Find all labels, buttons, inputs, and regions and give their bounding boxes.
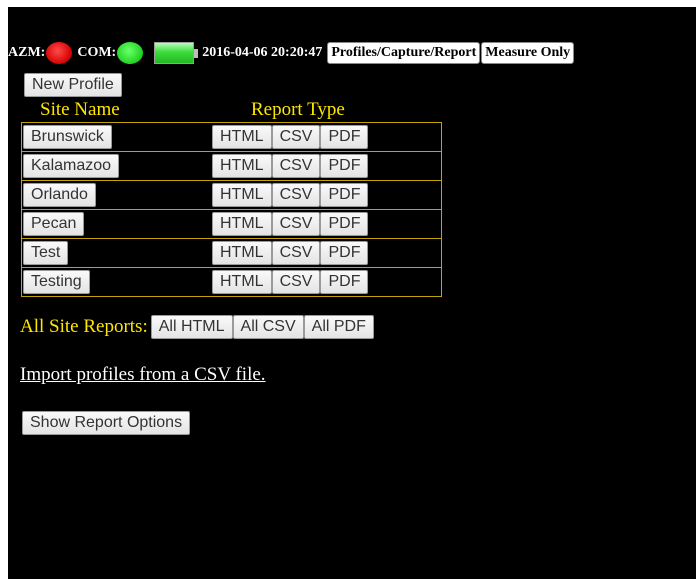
site-button-brunswick[interactable]: Brunswick	[23, 125, 112, 149]
html-report-button[interactable]: HTML	[212, 125, 272, 149]
all-site-reports: All Site Reports: All HTML All CSV All P…	[20, 315, 374, 339]
new-profile-button[interactable]: New Profile	[24, 73, 122, 97]
pdf-report-button[interactable]: PDF	[320, 183, 369, 207]
com-label: COM:	[77, 45, 117, 60]
pdf-report-button[interactable]: PDF	[320, 125, 369, 149]
site-name-header: Site Name	[40, 99, 120, 120]
all-csv-button[interactable]: All CSV	[232, 315, 304, 339]
csv-report-button[interactable]: CSV	[271, 125, 321, 149]
profiles-capture-report-button[interactable]: Profiles/Capture/Report	[327, 42, 481, 64]
site-button-pecan[interactable]: Pecan	[23, 212, 85, 236]
html-report-button[interactable]: HTML	[212, 241, 272, 265]
site-button-kalamazoo[interactable]: Kalamazoo	[23, 154, 120, 178]
app-screen: AZM: COM: 2016-04-06 20:20:47 Profiles/C…	[8, 7, 696, 579]
battery-icon	[154, 42, 199, 64]
site-button-testing[interactable]: Testing	[23, 270, 90, 294]
pdf-report-button[interactable]: PDF	[320, 154, 369, 178]
csv-report-button[interactable]: CSV	[271, 212, 321, 236]
html-report-button[interactable]: HTML	[212, 154, 272, 178]
html-report-button[interactable]: HTML	[212, 212, 272, 236]
table-row: Kalamazoo HTML CSV PDF	[22, 152, 441, 181]
html-report-button[interactable]: HTML	[212, 270, 272, 294]
csv-report-button[interactable]: CSV	[271, 241, 321, 265]
pdf-report-button[interactable]: PDF	[320, 241, 369, 265]
report-type-buttons: HTML CSV PDF	[212, 212, 369, 236]
pdf-report-button[interactable]: PDF	[320, 270, 369, 294]
all-html-button[interactable]: All HTML	[150, 315, 233, 339]
measure-only-button[interactable]: Measure Only	[481, 42, 575, 64]
all-pdf-button[interactable]: All PDF	[303, 315, 374, 339]
table-row: Test HTML CSV PDF	[22, 239, 441, 268]
report-type-buttons: HTML CSV PDF	[212, 241, 369, 265]
table-row: Brunswick HTML CSV PDF	[22, 123, 441, 152]
table-row: Orlando HTML CSV PDF	[22, 181, 441, 210]
table-row: Testing HTML CSV PDF	[22, 268, 441, 296]
report-type-buttons: HTML CSV PDF	[212, 270, 369, 294]
html-report-button[interactable]: HTML	[212, 183, 272, 207]
site-button-orlando[interactable]: Orlando	[23, 183, 96, 207]
show-report-options-button[interactable]: Show Report Options	[22, 411, 191, 435]
all-site-reports-label: All Site Reports:	[20, 316, 148, 337]
com-status-indicator-icon	[117, 42, 144, 64]
report-type-header: Report Type	[251, 99, 345, 120]
site-button-test[interactable]: Test	[23, 241, 69, 265]
azm-label: AZM:	[8, 45, 46, 60]
table-row: Pecan HTML CSV PDF	[22, 210, 441, 239]
table-headers: Site Name Report Type	[8, 99, 448, 120]
csv-report-button[interactable]: CSV	[271, 154, 321, 178]
azm-status-indicator-icon	[46, 42, 73, 64]
datetime: 2016-04-06 20:20:47	[202, 45, 323, 60]
csv-report-button[interactable]: CSV	[271, 270, 321, 294]
report-type-buttons: HTML CSV PDF	[212, 125, 369, 149]
report-type-buttons: HTML CSV PDF	[212, 183, 369, 207]
site-table: Brunswick HTML CSV PDF Kalamazoo HTML CSV PDF Or…	[21, 122, 442, 297]
csv-report-button[interactable]: CSV	[271, 183, 321, 207]
import-profiles-link[interactable]: Import profiles from a CSV file.	[20, 364, 266, 386]
report-type-buttons: HTML CSV PDF	[212, 154, 369, 178]
status-bar: AZM: COM: 2016-04-06 20:20:47 Profiles/C…	[8, 41, 575, 65]
pdf-report-button[interactable]: PDF	[320, 212, 369, 236]
